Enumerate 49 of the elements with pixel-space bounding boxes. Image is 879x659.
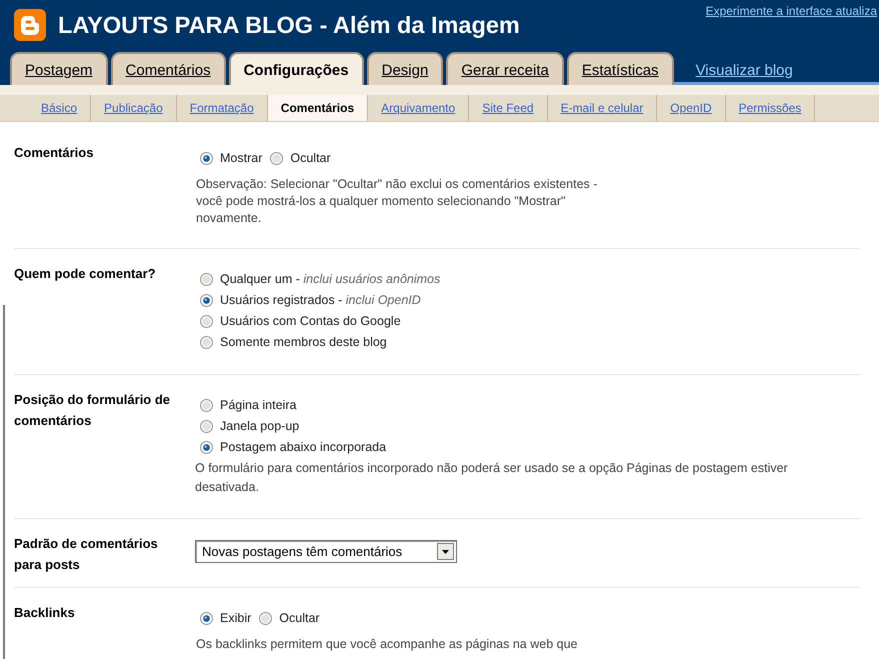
radio-button[interactable] <box>259 612 272 625</box>
subtab[interactable]: Site Feed <box>469 95 548 121</box>
radio-button[interactable] <box>200 441 213 454</box>
setting-label: Backlinks <box>14 604 76 622</box>
radio-label[interactable]: Página inteira <box>220 396 296 415</box>
subtab[interactable]: Permissões <box>726 95 816 121</box>
setting-label: Posição do formulário de comentários <box>14 391 172 430</box>
tab[interactable]: Estatísticas <box>566 52 674 85</box>
radio-label[interactable]: Somente membros deste blog <box>220 333 387 352</box>
subtab[interactable]: Arquivamento <box>368 95 470 121</box>
blog-title: LAYOUTS PARA BLOG - Além da Imagem <box>58 11 520 39</box>
radio-button[interactable] <box>200 315 213 328</box>
subtab[interactable]: OpenID <box>657 95 726 121</box>
radio-label[interactable]: Ocultar <box>290 149 331 168</box>
radio-button[interactable] <box>200 273 213 286</box>
comments-default-dropdown[interactable]: Novas postagens têm comentários <box>195 540 457 563</box>
setting-label: Comentários <box>14 144 94 162</box>
radio-button[interactable] <box>200 612 213 625</box>
tab[interactable]: Design <box>366 52 444 85</box>
help-text: O formulário para comentários incorporado não poderá ser usado se a opção Páginas de postagem estiver desativada. <box>195 460 789 496</box>
radio-label[interactable]: Exibir <box>220 609 252 628</box>
radio-label[interactable]: Usuários com Contas do Google <box>220 312 401 331</box>
radio-label[interactable]: Mostrar <box>220 149 262 168</box>
radio-label[interactable]: Postagem abaixo incorporada <box>220 438 386 457</box>
radio-button[interactable] <box>200 399 213 412</box>
radio-button[interactable] <box>270 152 284 165</box>
subtab[interactable]: Básico <box>28 95 92 121</box>
subtab[interactable]: Comentários <box>268 95 368 121</box>
radio-button[interactable] <box>200 152 213 165</box>
tab[interactable]: Gerar receita <box>446 52 564 85</box>
tab[interactable]: Postagem <box>10 52 108 85</box>
radio-label[interactable]: Janela pop-up <box>220 417 300 436</box>
radio-button[interactable] <box>200 294 213 307</box>
tab[interactable]: Comentários <box>110 52 226 85</box>
radio-button[interactable] <box>200 336 213 349</box>
view-blog-link[interactable]: Visualizar blog <box>696 61 793 81</box>
radio-button[interactable] <box>200 420 213 433</box>
setting-label: Padrão de comentários para posts <box>14 535 159 574</box>
tab[interactable]: Configurações <box>228 52 364 85</box>
help-text: Os backlinks permitem que você acompanhe as páginas na web que <box>196 636 578 653</box>
radio-label[interactable]: Ocultar <box>279 609 320 628</box>
subtab[interactable]: Publicação <box>91 95 177 121</box>
radio-label[interactable]: Usuários registrados - inclui OpenID <box>220 291 421 310</box>
subtab[interactable]: E-mail e celular <box>548 95 658 121</box>
setting-label: Quem pode comentar? <box>14 265 157 283</box>
radio-label[interactable]: Qualquer um - inclui usuários anônimos <box>220 270 440 289</box>
new-interface-link[interactable]: Experimente a interface atualiza <box>706 4 877 18</box>
logo-icon <box>14 9 46 41</box>
help-text: Observação: Selecionar "Ocultar" não exclui os comentários existentes - você pode mostrá-los a qualquer momento selecionando "Mostrar" novamente. <box>196 176 598 227</box>
